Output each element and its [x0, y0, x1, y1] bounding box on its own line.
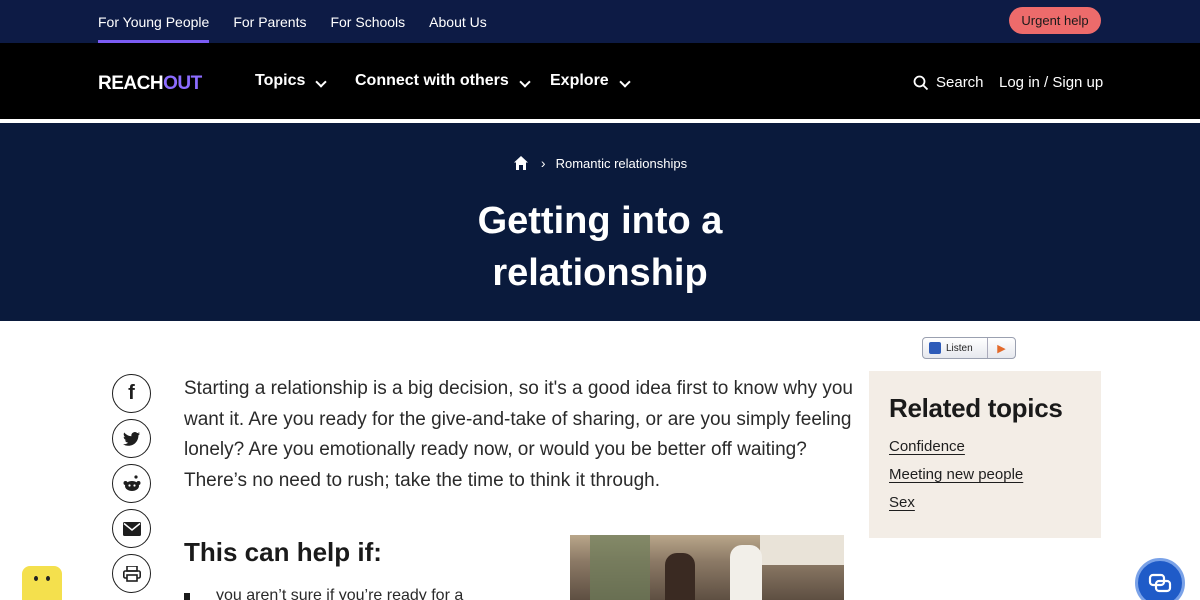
- login-link[interactable]: Log in / Sign up: [999, 74, 1103, 91]
- nav-parents[interactable]: For Parents: [233, 0, 306, 43]
- reachout-logo[interactable]: REACHOUT: [98, 73, 202, 95]
- nav-topics[interactable]: Topics: [255, 72, 328, 90]
- facebook-icon: f: [128, 382, 135, 404]
- printer-icon: [122, 565, 141, 582]
- nav-explore-label: Explore: [550, 72, 609, 89]
- related-topics-panel: Related topics Confidence Meeting new pe…: [869, 371, 1101, 538]
- chat-icon: [1148, 573, 1172, 593]
- breadcrumb: › Romantic relationships: [0, 155, 1200, 171]
- nav-connect-label: Connect with others: [355, 72, 509, 89]
- home-icon[interactable]: [513, 155, 529, 171]
- logo-text-reach: REACH: [98, 73, 164, 94]
- article-intro: Starting a relationship is a big decisio…: [184, 378, 853, 491]
- play-icon: ▶: [987, 338, 1015, 358]
- page-title-line1: Getting into a: [477, 200, 723, 242]
- related-topics-heading: Related topics: [889, 393, 1063, 423]
- list-item: you aren’t sure if you’re ready for a: [184, 587, 463, 600]
- envelope-icon: [122, 521, 141, 536]
- print-button[interactable]: [112, 554, 151, 593]
- nav-about-us[interactable]: About Us: [429, 0, 487, 43]
- chevron-down-icon: [519, 76, 531, 88]
- logo-text-out: OUT: [163, 73, 202, 94]
- help-if-heading: This can help if:: [184, 537, 382, 567]
- reddit-share-button[interactable]: [112, 464, 151, 503]
- speaker-icon: [929, 342, 941, 354]
- related-link-confidence[interactable]: Confidence: [889, 438, 1081, 455]
- chevron-down-icon: [619, 76, 631, 88]
- nav-topics-label: Topics: [255, 72, 306, 89]
- search-icon: [913, 75, 929, 90]
- related-link-sex[interactable]: Sex: [889, 494, 1081, 511]
- page-title: Getting into a relationship: [0, 195, 1200, 299]
- feedback-smiley-icon[interactable]: [22, 566, 62, 600]
- breadcrumb-link[interactable]: Romantic relationships: [556, 156, 688, 171]
- nav-schools[interactable]: For Schools: [330, 0, 405, 43]
- chat-button[interactable]: [1135, 558, 1185, 600]
- nav-explore[interactable]: Explore: [550, 72, 631, 90]
- nav-young-people[interactable]: For Young People: [98, 0, 210, 43]
- listen-label: Listen: [946, 342, 973, 354]
- bullet-icon: [184, 593, 190, 600]
- share-bar: f: [112, 374, 151, 599]
- page-title-line2: relationship: [492, 252, 708, 294]
- email-share-button[interactable]: [112, 509, 151, 548]
- listen-button[interactable]: Listen ▶: [922, 337, 1016, 359]
- main-nav: REACHOUT Topics Connect with others Expl…: [0, 43, 1200, 121]
- related-link-meeting-new-people[interactable]: Meeting new people: [889, 466, 1081, 483]
- breadcrumb-chevron-icon: ›: [540, 155, 546, 171]
- reddit-icon: [123, 474, 140, 491]
- urgent-help-button[interactable]: Urgent help: [1009, 7, 1101, 34]
- nav-connect[interactable]: Connect with others: [355, 72, 531, 90]
- top-utility-bar: For Young People For Parents For Schools…: [0, 0, 1200, 43]
- chevron-down-icon: [315, 76, 328, 88]
- hero-banner: › Romantic relationships Getting into a r…: [0, 123, 1200, 321]
- twitter-icon: [122, 431, 140, 446]
- search-label: Search: [936, 74, 984, 91]
- article-photo: [570, 535, 844, 600]
- facebook-share-button[interactable]: f: [112, 374, 151, 413]
- search-button[interactable]: Search: [913, 74, 984, 91]
- list-item-text: you aren’t sure if you’re ready for a: [216, 587, 464, 600]
- twitter-share-button[interactable]: [112, 419, 151, 458]
- audience-nav: For Young People For Parents For Schools…: [98, 0, 511, 43]
